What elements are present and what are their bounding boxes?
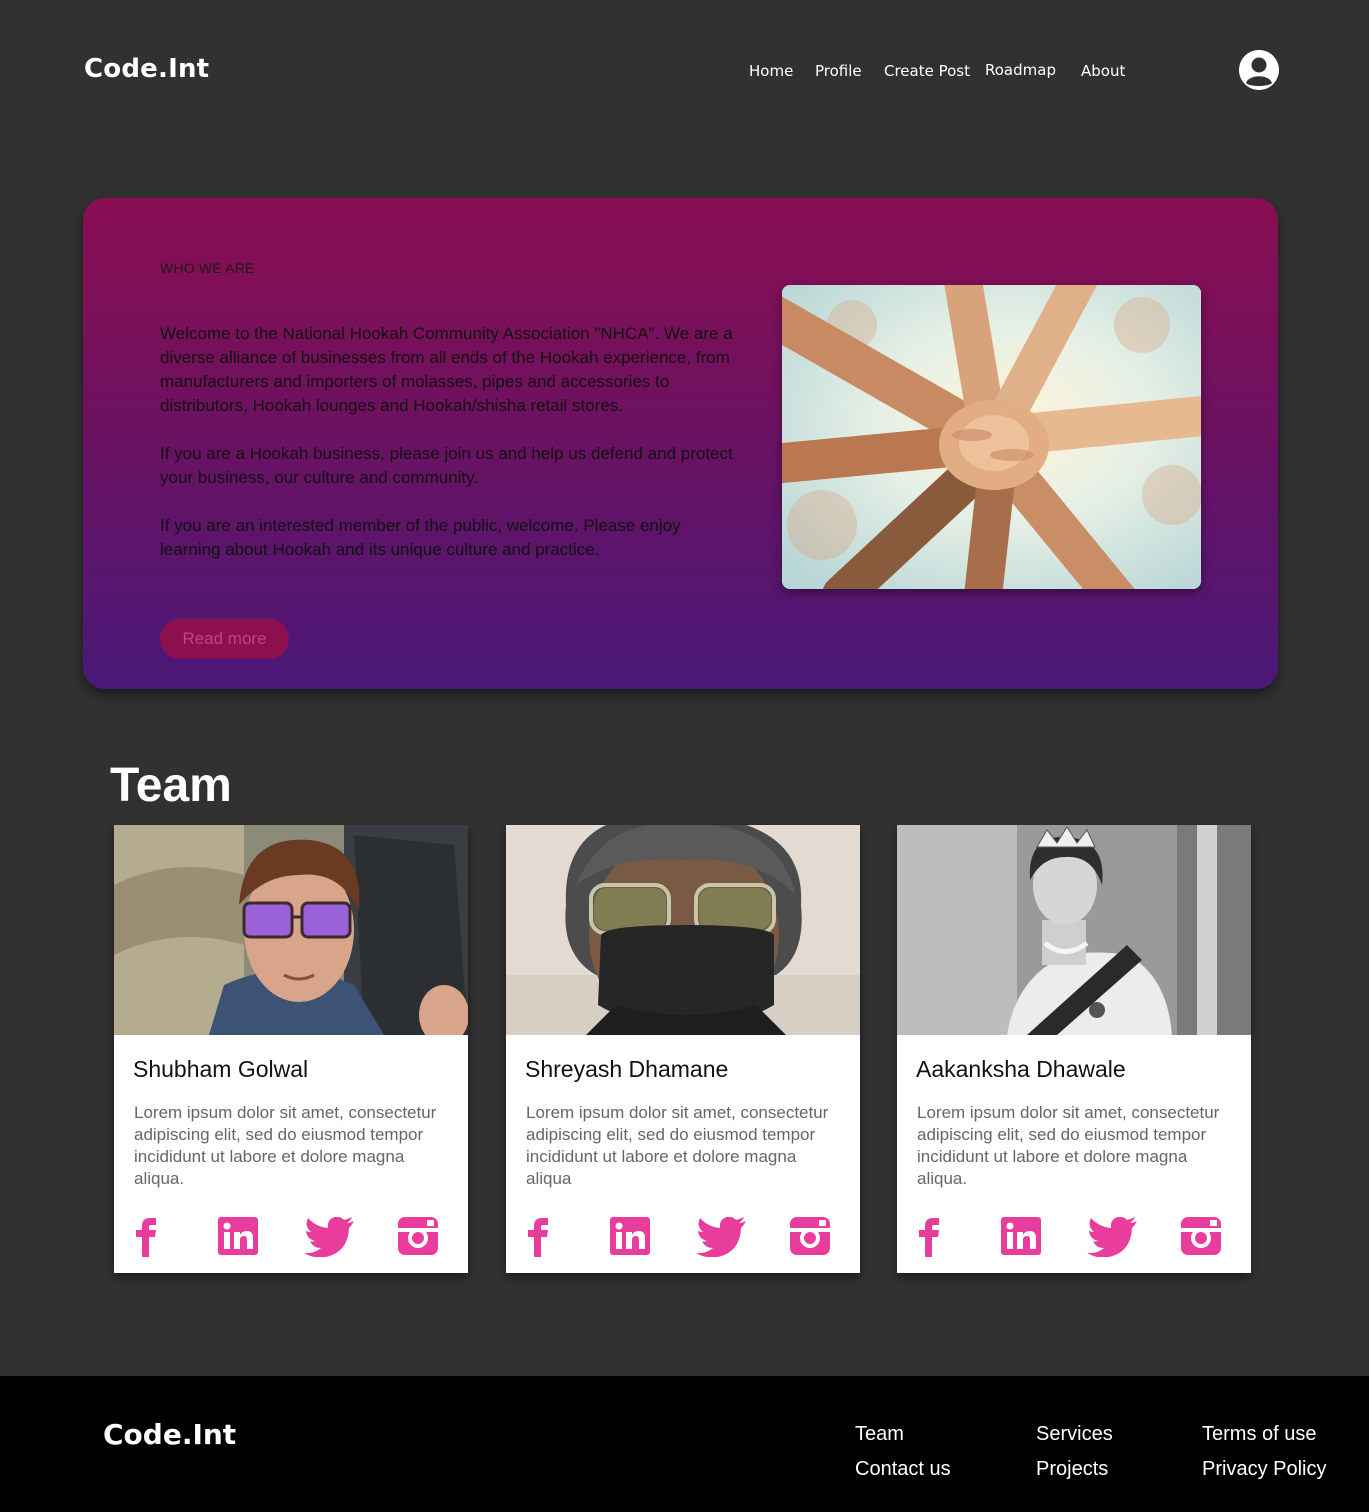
nav-about[interactable]: About xyxy=(1081,62,1125,80)
nav-roadmap[interactable]: Roadmap xyxy=(985,61,1056,79)
intro-text: Welcome to the National Hookah Community… xyxy=(160,322,735,586)
nav-create-post[interactable]: Create Post xyxy=(884,62,970,80)
member-photo xyxy=(897,825,1251,1035)
footer-brand-logo[interactable]: Code.Int xyxy=(103,1418,236,1451)
team-member-card: Aakanksha Dhawale Lorem ipsum dolor sit … xyxy=(897,825,1251,1273)
team-hands-image xyxy=(782,285,1201,589)
member-description: Lorem ipsum dolor sit amet, consectetur … xyxy=(134,1103,437,1188)
user-silhouette-icon xyxy=(1239,50,1279,90)
intro-paragraph: If you are a Hookah business, please joi… xyxy=(160,444,733,487)
member-name: Aakanksha Dhawale xyxy=(916,1056,1126,1082)
intro-paragraph: Welcome to the National Hookah Community… xyxy=(160,324,733,415)
member-name: Shubham Golwal xyxy=(133,1056,309,1082)
facebook-icon[interactable] xyxy=(520,1217,564,1257)
instagram-icon[interactable] xyxy=(396,1217,440,1257)
footer-link-contact-us[interactable]: Contact us xyxy=(855,1458,951,1481)
nav-home[interactable]: Home xyxy=(749,62,793,80)
footer-link-privacy-policy[interactable]: Privacy Policy xyxy=(1202,1458,1326,1481)
facebook-icon[interactable] xyxy=(128,1217,172,1257)
footer-link-projects[interactable]: Projects xyxy=(1036,1458,1108,1481)
member-name: Shreyash Dhamane xyxy=(525,1056,729,1082)
linkedin-icon[interactable] xyxy=(999,1217,1043,1257)
twitter-icon[interactable] xyxy=(696,1216,746,1258)
top-navbar: Code.Int Home Profile Create Post Roadma… xyxy=(0,0,1369,140)
instagram-icon[interactable] xyxy=(1179,1217,1223,1257)
team-member-card: Shreyash Dhamane Lorem ipsum dolor sit a… xyxy=(506,825,860,1273)
brand-logo[interactable]: Code.Int xyxy=(84,54,209,84)
linkedin-icon[interactable] xyxy=(608,1217,652,1257)
footer-link-team[interactable]: Team xyxy=(855,1423,904,1446)
footer: Code.Int Team Contact us Services Projec… xyxy=(0,1376,1369,1512)
linkedin-icon[interactable] xyxy=(216,1217,260,1257)
twitter-icon[interactable] xyxy=(304,1216,354,1258)
footer-link-terms-of-use[interactable]: Terms of use xyxy=(1202,1423,1316,1446)
facebook-icon[interactable] xyxy=(911,1217,955,1257)
intro-paragraph: If you are an interested member of the p… xyxy=(160,516,681,559)
section-eyebrow: WHO WE ARE xyxy=(160,260,255,276)
who-we-are-section: WHO WE ARE Welcome to the National Hooka… xyxy=(83,198,1278,689)
member-photo xyxy=(114,825,468,1035)
team-heading: Team xyxy=(110,759,232,812)
team-member-card: Shubham Golwal Lorem ipsum dolor sit ame… xyxy=(114,825,468,1273)
nav-profile[interactable]: Profile xyxy=(815,62,862,80)
member-photo xyxy=(506,825,860,1035)
instagram-icon[interactable] xyxy=(788,1217,832,1257)
user-account-icon[interactable] xyxy=(1239,50,1279,90)
member-description: Lorem ipsum dolor sit amet, consectetur … xyxy=(917,1103,1220,1188)
twitter-icon[interactable] xyxy=(1087,1216,1137,1258)
footer-link-services[interactable]: Services xyxy=(1036,1423,1113,1446)
read-more-button[interactable]: Read more xyxy=(160,619,289,659)
member-description: Lorem ipsum dolor sit amet, consectetur … xyxy=(526,1103,829,1188)
